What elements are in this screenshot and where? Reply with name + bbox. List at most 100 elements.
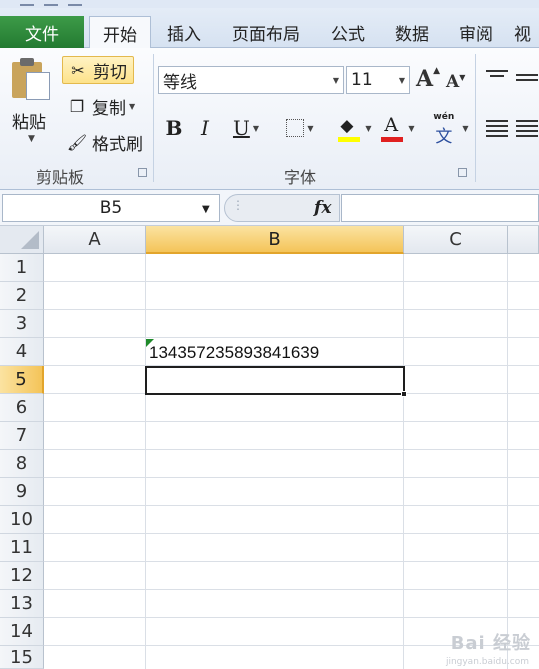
tab-insert[interactable]: 插入 [156,16,212,48]
increase-font-size-button[interactable]: A▲ [416,66,440,92]
gridline [44,589,539,590]
chevron-down-icon: ▼ [408,123,415,133]
gridline [44,337,539,338]
name-box[interactable]: B5 [2,194,220,222]
align-left-icon[interactable] [486,120,508,140]
column-header-b[interactable]: B [146,226,404,254]
watermark-url: jingyan.baidu.com [445,657,529,667]
font-color-icon: A [379,114,405,142]
row-header-8[interactable]: 8 [0,450,44,478]
align-middle-icon[interactable] [516,74,538,84]
gridline [44,281,539,282]
font-launcher-icon[interactable] [458,168,467,177]
font-size-select[interactable]: 11 ▼ [346,66,410,94]
tab-page-layout[interactable]: 页面布局 [222,16,310,48]
borders-button[interactable]: ▼ [280,114,320,142]
row-header-10[interactable]: 10 [0,506,44,534]
select-all-button[interactable] [0,226,44,254]
copy-button[interactable]: ❐ 复制 ▼ [62,92,135,120]
phonetic-guide-button[interactable]: wén 文 ▼ [428,112,472,147]
italic-button[interactable]: I [194,114,216,142]
tab-home[interactable]: 开始 [89,16,151,49]
align-top-icon[interactable] [486,70,508,80]
row-header-5[interactable]: 5 [0,366,44,394]
phonetic-icon: wén 文 [433,112,455,147]
bold-button[interactable]: B [162,114,186,142]
save-icon[interactable] [20,0,34,6]
cell-b4[interactable]: 134357235893841639 [149,343,319,363]
tab-view[interactable]: 视 [514,16,539,48]
row-header-1[interactable]: 1 [0,254,44,282]
ribbon-home: 粘贴 ▼ ✂ 剪切 ❐ 复制 ▼ 🖌 格式刷 剪贴板 等线 ▼ 11 ▼ A▲ [0,48,539,190]
clipboard-launcher-icon[interactable] [138,168,147,177]
font-name-select[interactable]: 等线 ▼ [158,66,344,94]
gridline [403,254,404,669]
row-header-7[interactable]: 7 [0,422,44,450]
column-header-c[interactable]: C [404,226,508,254]
tab-data[interactable]: 数据 [384,16,440,48]
row-header-3[interactable]: 3 [0,310,44,338]
gridline [44,477,539,478]
fill-handle[interactable] [401,391,407,397]
group-divider [153,54,154,182]
column-header-d[interactable] [508,226,539,254]
column-header-a[interactable]: A [44,226,146,254]
gridline [44,421,539,422]
drag-handle-icon[interactable]: ⋮ [232,198,244,212]
cut-label: 剪切 [93,62,127,83]
row-header-11[interactable]: 11 [0,534,44,562]
chevron-down-icon: ▼ [365,123,372,133]
paste-icon [12,58,52,102]
ribbon-tab-bar: 文件 开始 插入 页面布局 公式 数据 审阅 视 [0,8,539,49]
row-header-9[interactable]: 9 [0,478,44,506]
excel-window: 文件 开始 插入 页面布局 公式 数据 审阅 视 粘贴 ▼ ✂ 剪切 ❐ 复制 … [0,0,539,669]
row-header-14[interactable]: 14 [0,618,44,646]
row-header-12[interactable]: 12 [0,562,44,590]
underline-button[interactable]: U ▼ [226,114,266,142]
scissors-icon: ✂ [71,60,85,80]
formula-bar: B5 ▼ ⋮ fx [0,190,539,226]
copy-dropdown-icon[interactable]: ▼ [129,102,135,111]
grow-font-icon: A [416,66,434,92]
fill-color-button[interactable]: ◆ ▼ [334,114,374,142]
paste-dropdown-icon[interactable]: ▼ [28,134,35,144]
tab-formulas[interactable]: 公式 [320,16,376,48]
paste-label: 粘贴 [12,113,46,133]
insert-function-button[interactable]: fx [314,198,331,218]
group-divider [475,54,476,182]
tab-file[interactable]: 文件 [0,16,84,48]
gridline [44,505,539,506]
row-header-6[interactable]: 6 [0,394,44,422]
chevron-down-icon: ▼ [332,76,339,85]
worksheet-grid[interactable]: A B C 1 2 3 4 5 6 7 8 9 10 11 12 13 14 1… [0,226,539,669]
chevron-down-icon: ▼ [307,123,314,133]
font-size-value: 11 [351,70,373,90]
chevron-down-icon: ▼ [462,123,469,133]
row-header-15[interactable]: 15 [0,646,44,669]
font-color-button[interactable]: A ▼ [376,114,418,142]
active-cell-b5[interactable] [145,366,405,395]
decrease-font-size-button[interactable]: A▼ [446,72,465,92]
quick-access-toolbar [0,0,539,8]
redo-icon[interactable] [68,0,82,6]
row-header-4[interactable]: 4 [0,338,44,366]
row-header-2[interactable]: 2 [0,282,44,310]
paint-bucket-icon: ◆ [336,114,362,142]
chevron-down-icon: ▼ [252,123,259,133]
clipboard-group-label: 剪贴板 [36,168,85,187]
gridline [507,254,508,669]
cut-button[interactable]: ✂ 剪切 [62,56,134,84]
gridline [44,617,539,618]
row-header-13[interactable]: 13 [0,590,44,618]
shrink-font-icon: A [446,72,460,92]
undo-icon[interactable] [44,0,58,6]
paintbrush-icon: 🖌 [66,132,88,152]
format-painter-button[interactable]: 🖌 格式刷 [62,128,143,156]
align-center-icon[interactable] [516,120,538,140]
font-name-value: 等线 [163,72,197,93]
formula-input[interactable] [341,194,539,222]
font-group-label: 字体 [284,168,317,187]
format-painter-label: 格式刷 [92,134,143,155]
name-box-dropdown-icon[interactable]: ▼ [202,204,210,215]
tab-review[interactable]: 审阅 [448,16,504,48]
